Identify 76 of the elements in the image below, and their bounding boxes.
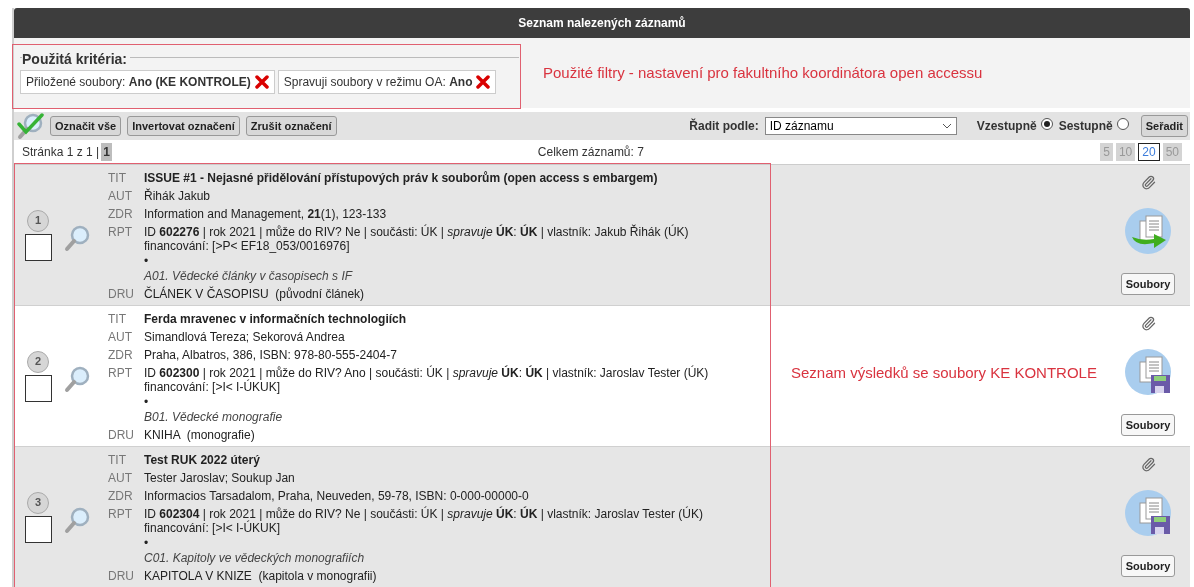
- annotation-text: Seznam výsledků se soubory KE KONTROLE: [791, 363, 1097, 383]
- field-code: RPT: [108, 507, 133, 523]
- field-value: ČLÁNEK V ČASOPISU (původní článek): [144, 287, 365, 301]
- criteria-text: Přiložené soubory: Ano (KE KONTROLE): [26, 73, 251, 91]
- field-code: AUT: [108, 471, 133, 485]
- field-code: DRU: [108, 569, 135, 583]
- toolbar-button[interactable]: Označit vše: [50, 116, 122, 136]
- document-floppy-icon[interactable]: [1124, 489, 1172, 538]
- field-code: AUT: [108, 330, 133, 344]
- sort-select[interactable]: ID záznamu: [764, 117, 957, 135]
- field-code: RPT: [108, 225, 133, 241]
- record-number: 2: [27, 350, 49, 373]
- files-button[interactable]: Soubory: [1120, 272, 1176, 295]
- record-checkbox[interactable]: [24, 374, 52, 402]
- field-code: TIT: [108, 312, 127, 326]
- page-link[interactable]: 1: [101, 143, 112, 161]
- field-value: KAPITOLA V KNIZE (kapitola v monografii): [144, 569, 377, 583]
- field-value: Simandlová Tereza; Sekorová Andrea: [144, 330, 345, 344]
- field-value: Information and Management, 21(1), 123-133: [144, 207, 387, 221]
- page-size-option[interactable]: 20: [1138, 143, 1160, 161]
- field-code: DRU: [108, 428, 135, 442]
- sort-label: Řadit podle:: [689, 117, 759, 135]
- search-icon[interactable]: [63, 365, 91, 393]
- header-title: Seznam nalezených záznamů: [518, 15, 686, 32]
- record-title[interactable]: Ferda mravenec v informačních technologiích: [144, 312, 407, 326]
- sort-button[interactable]: Seřadit: [1140, 115, 1188, 137]
- report-info: ID 602276 | rok 2021 | může do RIV? Ne | součásti: ÚK | spravuje ÚK: ÚK | vlastník: Jakub Řihák (ÚK): [144, 225, 689, 239]
- field-code: RPT: [108, 366, 133, 382]
- field-value: Tester Jaroslav; Soukup Jan: [144, 471, 295, 485]
- funding-info: financování: [>I< I-ÚKUK]: [144, 380, 282, 394]
- field-code: TIT: [108, 171, 127, 185]
- record-title[interactable]: Test RUK 2022 úterý: [144, 453, 260, 467]
- record-number: 3: [27, 491, 49, 514]
- page-info: Stránka 1 z 1 |: [22, 144, 100, 161]
- toolbar-button[interactable]: Zrušit označení: [245, 116, 337, 136]
- report-info: ID 602304 | rok 2021 | může do RIV? Ne | součásti: ÚK | spravuje ÚK: ÚK | vlastník: Jaroslav Tester (ÚK): [144, 507, 703, 521]
- record-checkbox[interactable]: [24, 233, 52, 261]
- files-button[interactable]: Soubory: [1120, 554, 1176, 577]
- field-value: Praha, Albatros, 386, ISBN: 978-80-555-2404-7: [144, 348, 397, 362]
- record-count: Celkem záznamů: 7: [537, 144, 644, 161]
- order-radio[interactable]: [1116, 118, 1129, 130]
- criteria-text: Spravuji soubory v režimu OA: Ano: [283, 73, 473, 91]
- bullet: •: [144, 254, 150, 268]
- toolbar-button[interactable]: Invertovat označení: [127, 116, 240, 136]
- remove-icon[interactable]: [476, 74, 491, 89]
- field-code: ZDR: [108, 207, 134, 221]
- record-title[interactable]: ISSUE #1 - Nejasné přidělování přístupových práv k souborům (open access s embargem): [144, 171, 658, 185]
- document-floppy-icon[interactable]: [1124, 348, 1172, 397]
- funding-info: financování: [>P< EF18_053/0016976]: [144, 239, 351, 253]
- chevron-down-icon[interactable]: [941, 123, 952, 129]
- field-code: ZDR: [108, 489, 134, 503]
- field-code: DRU: [108, 287, 135, 301]
- paperclip-icon[interactable]: [1140, 457, 1156, 472]
- field-code: TIT: [108, 453, 127, 467]
- bullet: •: [144, 536, 150, 550]
- record-number: 1: [27, 209, 49, 232]
- order-label: Vzestupně: [976, 118, 1037, 135]
- field-code: AUT: [108, 189, 133, 203]
- field-value: Informacios Tarsadalom, Praha, Neuveden, 59-78, ISBN: 0-000-00000-0: [144, 489, 529, 503]
- bullet: •: [144, 395, 150, 409]
- category: C01. Kapitoly ve vědeckých monografiích: [144, 551, 366, 565]
- category: A01. Vědecké články v časopisech s IF: [144, 269, 354, 283]
- paperclip-icon[interactable]: [1140, 175, 1156, 190]
- funding-info: financování: [>I< I-ÚKUK]: [144, 521, 282, 535]
- report-info: ID 602300 | rok 2021 | může do RIV? Ano | součásti: ÚK | spravuje ÚK: ÚK | vlastník: Jaroslav Tester (ÚK): [144, 366, 709, 380]
- order-radio[interactable]: [1040, 118, 1053, 130]
- field-code: ZDR: [108, 348, 134, 362]
- field-value: KNIHA (monografie): [144, 428, 255, 442]
- paperclip-icon[interactable]: [1140, 316, 1156, 331]
- record-checkbox[interactable]: [24, 515, 52, 543]
- field-value: Řihák Jakub: [144, 189, 211, 203]
- annotation-text: Použité filtry - nastavení pro fakultního koordinátora open accessu: [543, 62, 983, 83]
- order-label: Sestupně: [1058, 118, 1113, 135]
- files-button[interactable]: Soubory: [1120, 413, 1176, 436]
- category: B01. Vědecké monografie: [144, 410, 284, 424]
- remove-icon[interactable]: [254, 74, 269, 89]
